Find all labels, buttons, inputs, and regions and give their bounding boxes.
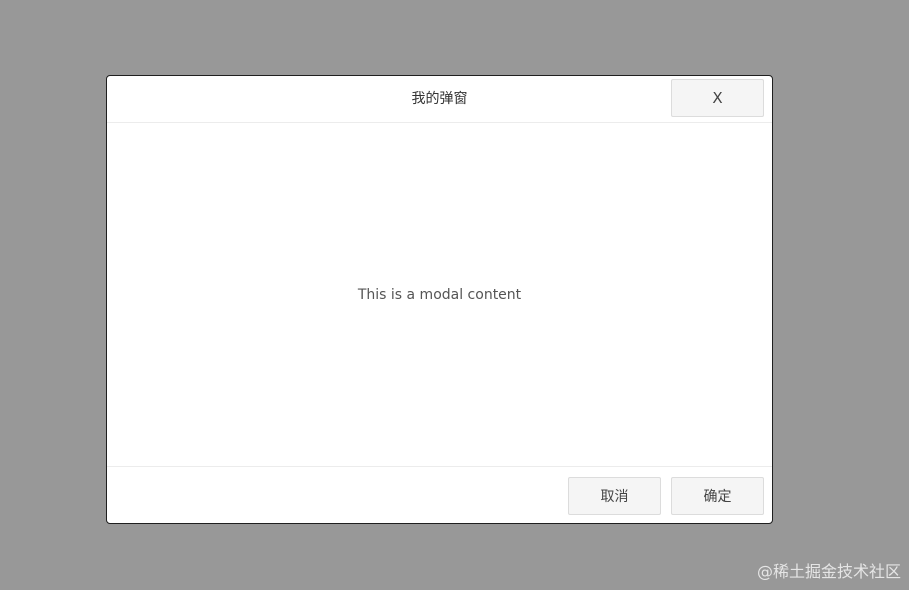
modal-dialog: 我的弹窗 X This is a modal content 取消 确定 [106,75,773,524]
cancel-button[interactable]: 取消 [568,477,661,515]
modal-footer: 取消 确定 [107,466,772,523]
modal-body: This is a modal content [107,123,772,466]
watermark: @稀土掘金技术社区 [756,562,901,581]
confirm-button[interactable]: 确定 [671,477,764,515]
close-button[interactable]: X [671,79,764,117]
modal-content-text: This is a modal content [357,286,522,303]
modal-header: 我的弹窗 X [107,76,772,123]
